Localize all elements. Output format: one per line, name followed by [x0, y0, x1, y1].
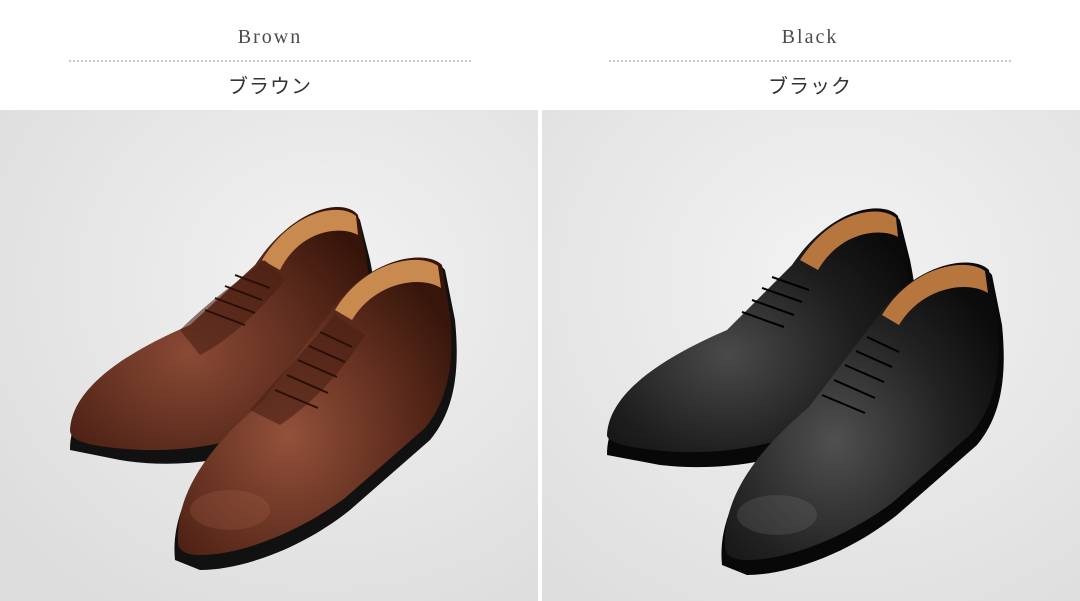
dotted-divider	[609, 60, 1011, 62]
color-name-japanese: ブラック	[768, 74, 852, 98]
dotted-divider	[69, 60, 471, 62]
color-name-japanese: ブラウン	[228, 74, 312, 98]
color-label-black: Black ブラック	[609, 0, 1011, 110]
color-label-brown: Brown ブラウン	[69, 0, 471, 110]
product-photo-black	[542, 110, 1080, 601]
color-name-english: Black	[781, 26, 839, 48]
product-photo-brown	[0, 110, 538, 601]
color-label-header: Brown ブラウン Black ブラック	[0, 0, 1080, 110]
shoe-pair-illustration	[542, 110, 1080, 601]
color-name-english: Brown	[237, 26, 303, 48]
shoe-pair-illustration	[0, 110, 538, 601]
